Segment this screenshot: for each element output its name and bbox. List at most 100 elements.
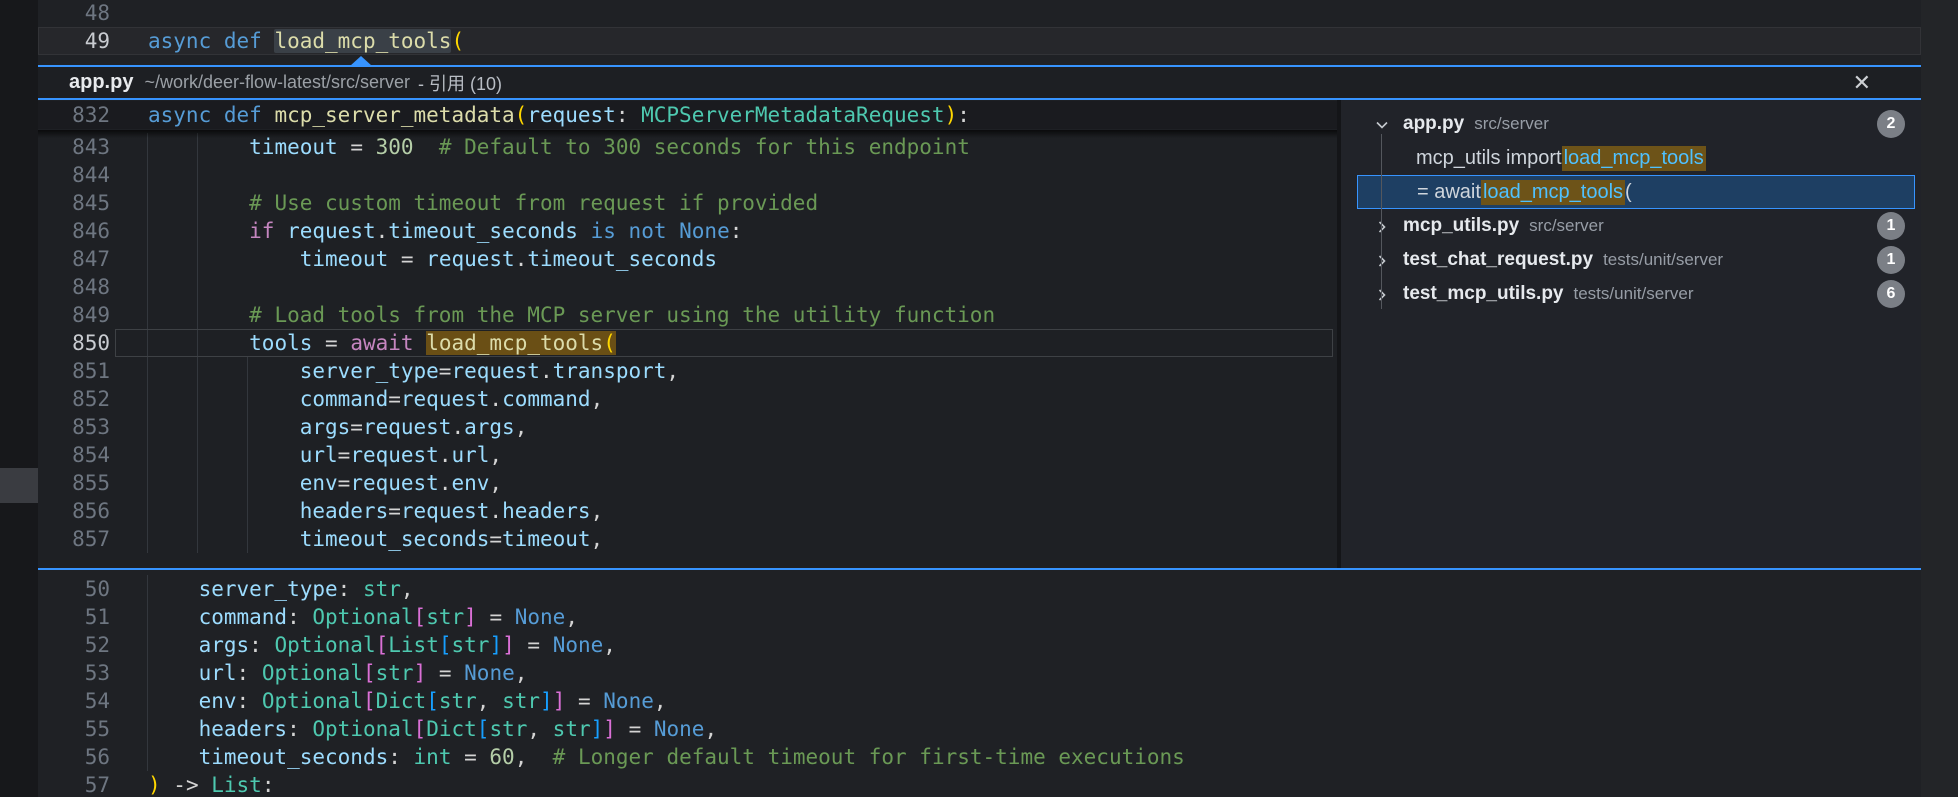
line-number[interactable]: 832 — [38, 101, 110, 129]
code-line[interactable]: 848 — [38, 273, 1337, 301]
line-number[interactable]: 850 — [38, 329, 110, 357]
code-text: headers: Optional[Dict[str, str]] = None… — [148, 715, 717, 743]
reference-file-dir: src/server — [1474, 114, 1549, 134]
peek-anchor-arrow — [350, 56, 372, 66]
code-text: timeout = request.timeout_seconds — [148, 245, 717, 273]
code-line[interactable]: 854 url=request.url, — [38, 441, 1337, 469]
code-line[interactable]: 856 headers=request.headers, — [38, 497, 1337, 525]
code-line[interactable]: 52 args: Optional[List[str]] = None, — [38, 631, 1921, 659]
code-line[interactable]: 845 # Use custom timeout from request if… — [38, 189, 1337, 217]
code-text: timeout_seconds=timeout, — [148, 525, 603, 553]
code-line[interactable]: 49async def load_mcp_tools( — [38, 27, 1921, 55]
line-number[interactable]: 48 — [38, 0, 110, 27]
code-line[interactable]: 57 ) -> List: — [38, 771, 1921, 797]
code-text: async def mcp_server_metadata(request: M… — [148, 101, 970, 129]
code-line[interactable]: 843 timeout = 300 # Default to 300 secon… — [38, 133, 1337, 161]
code-line[interactable]: 54 env: Optional[Dict[str, str]] = None, — [38, 687, 1921, 715]
line-number[interactable]: 849 — [38, 301, 110, 329]
peek-title-filename: app.py — [69, 71, 133, 94]
code-text: timeout = 300 # Default to 300 seconds f… — [148, 133, 970, 161]
line-number[interactable]: 856 — [38, 497, 110, 525]
code-text: # Use custom timeout from request if pro… — [148, 189, 818, 217]
code-text: args=request.args, — [148, 413, 527, 441]
reference-file-row[interactable]: mcp_utils.pysrc/server1 — [1341, 209, 1921, 243]
reference-count-badge: 2 — [1877, 110, 1905, 138]
reference-file-dir: tests/unit/server — [1574, 284, 1694, 304]
line-number[interactable]: 51 — [38, 603, 110, 631]
left-gutter-strip — [0, 0, 38, 797]
code-line[interactable]: 844 — [38, 161, 1337, 189]
line-number[interactable]: 852 — [38, 385, 110, 413]
line-number[interactable]: 50 — [38, 575, 110, 603]
vscode-editor: 4849async def load_mcp_tools( app.py ~/w… — [0, 0, 1958, 797]
reference-file-name: mcp_utils.py — [1403, 215, 1519, 237]
reference-file-name: test_chat_request.py — [1403, 249, 1593, 271]
line-number[interactable]: 56 — [38, 743, 110, 771]
chevron-right-icon[interactable] — [1374, 218, 1390, 234]
code-text: command=request.command, — [148, 385, 603, 413]
code-text: tools = await load_mcp_tools( — [148, 329, 616, 357]
code-line[interactable]: 849 # Load tools from the MCP server usi… — [38, 301, 1337, 329]
code-text: headers=request.headers, — [148, 497, 603, 525]
editor-above-peek: 4849async def load_mcp_tools( — [38, 0, 1921, 65]
code-line[interactable]: 846 if request.timeout_seconds is not No… — [38, 217, 1337, 245]
line-number[interactable]: 843 — [38, 133, 110, 161]
code-line[interactable]: 853 args=request.args, — [38, 413, 1337, 441]
code-text: # Load tools from the MCP server using t… — [148, 301, 995, 329]
code-text: timeout_seconds: int = 60, # Longer defa… — [148, 743, 1185, 771]
code-line[interactable]: 851 server_type=request.transport, — [38, 357, 1337, 385]
reference-count-badge: 1 — [1877, 212, 1905, 240]
line-number[interactable]: 55 — [38, 715, 110, 743]
peek-title-path: ~/work/deer-flow-latest/src/server — [144, 72, 410, 93]
line-number[interactable]: 851 — [38, 357, 110, 385]
line-number[interactable]: 52 — [38, 631, 110, 659]
line-number[interactable]: 848 — [38, 273, 110, 301]
line-number[interactable]: 57 — [38, 771, 110, 797]
close-icon[interactable]: ✕ — [1853, 67, 1871, 98]
reference-snippet: = await — [1417, 181, 1481, 204]
code-line[interactable]: 857 timeout_seconds=timeout, — [38, 525, 1337, 553]
code-line[interactable]: 56 timeout_seconds: int = 60, # Longer d… — [38, 743, 1921, 771]
code-text: ) -> List: — [148, 771, 274, 797]
reference-file-row[interactable]: test_mcp_utils.pytests/unit/server6 — [1341, 277, 1921, 311]
code-text: server_type: str, — [148, 575, 414, 603]
code-line[interactable]: 50 server_type: str, — [38, 575, 1921, 603]
line-number[interactable]: 854 — [38, 441, 110, 469]
code-text: args: Optional[List[str]] = None, — [148, 631, 616, 659]
line-number[interactable]: 53 — [38, 659, 110, 687]
code-line[interactable]: 51 command: Optional[str] = None, — [38, 603, 1921, 631]
line-number[interactable]: 54 — [38, 687, 110, 715]
chevron-right-icon[interactable] — [1374, 252, 1390, 268]
code-text: server_type=request.transport, — [148, 357, 679, 385]
line-number[interactable]: 855 — [38, 469, 110, 497]
reference-item-row-selected[interactable]: = await load_mcp_tools( — [1357, 175, 1915, 209]
line-number[interactable]: 846 — [38, 217, 110, 245]
left-scrollbar-thumb[interactable] — [0, 468, 38, 503]
code-line[interactable]: 48 — [38, 0, 1921, 27]
code-line[interactable]: 847 timeout = request.timeout_seconds — [38, 245, 1337, 273]
code-line[interactable]: 855 env=request.env, — [38, 469, 1337, 497]
peek-references-list: app.pysrc/server2mcp_utils import load_m… — [1341, 100, 1921, 568]
reference-file-row[interactable]: app.pysrc/server2 — [1341, 107, 1921, 141]
chevron-right-icon[interactable] — [1374, 286, 1390, 302]
reference-item-row[interactable]: mcp_utils import load_mcp_tools — [1341, 141, 1921, 175]
code-text: command: Optional[str] = None, — [148, 603, 578, 631]
code-text: url=request.url, — [148, 441, 502, 469]
code-text: if request.timeout_seconds is not None: — [148, 217, 742, 245]
reference-match-text: load_mcp_tools — [1481, 180, 1625, 205]
sticky-code-line[interactable]: 832 async def mcp_server_metadata(request… — [38, 101, 1337, 129]
code-line[interactable]: 852 command=request.command, — [38, 385, 1337, 413]
line-number[interactable]: 845 — [38, 189, 110, 217]
line-number[interactable]: 844 — [38, 161, 110, 189]
reference-file-row[interactable]: test_chat_request.pytests/unit/server1 — [1341, 243, 1921, 277]
peek-title-reference-count: - 引用 (10) — [418, 70, 502, 96]
line-number[interactable]: 857 — [38, 525, 110, 553]
line-number[interactable]: 49 — [38, 27, 110, 55]
code-line[interactable]: 53 url: Optional[str] = None, — [38, 659, 1921, 687]
chevron-down-icon[interactable] — [1374, 116, 1390, 132]
line-number[interactable]: 847 — [38, 245, 110, 273]
line-number[interactable]: 853 — [38, 413, 110, 441]
peek-code-pane: 832 async def mcp_server_metadata(request… — [38, 100, 1337, 568]
code-line[interactable]: 55 headers: Optional[Dict[str, str]] = N… — [38, 715, 1921, 743]
code-line[interactable]: 850 tools = await load_mcp_tools( — [38, 329, 1337, 357]
